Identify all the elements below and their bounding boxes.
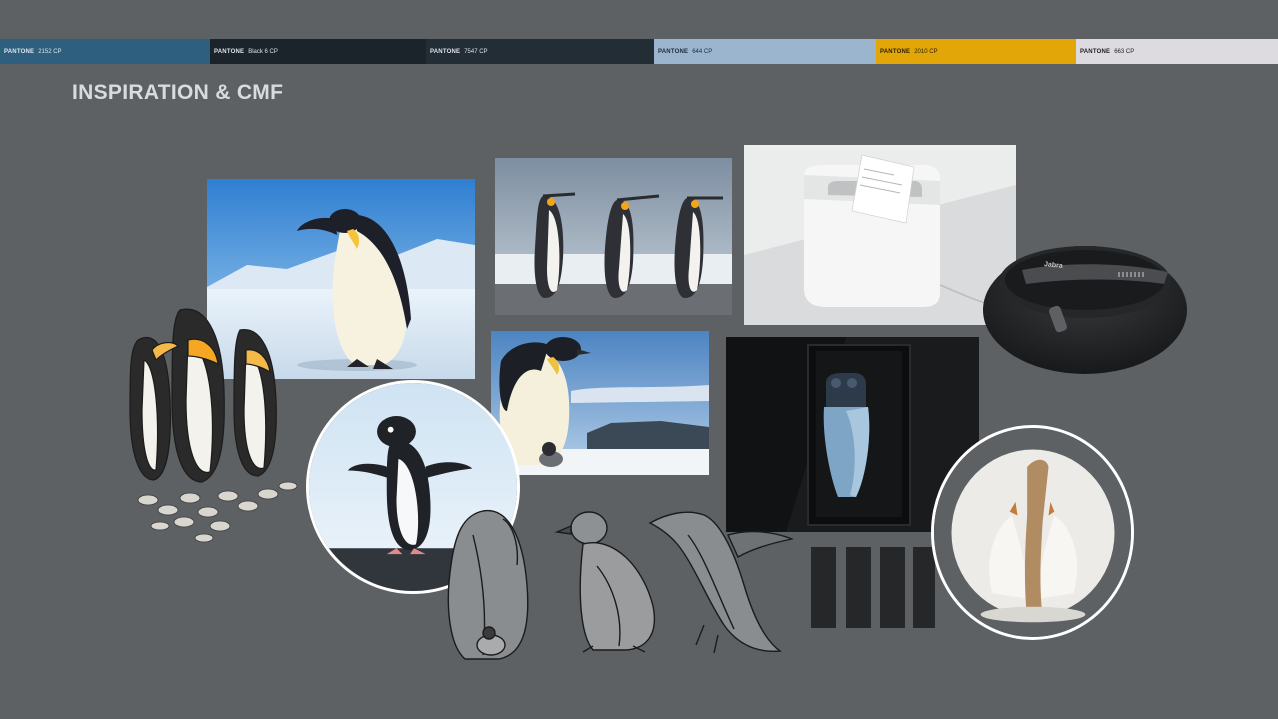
material-tile-1 [811, 547, 836, 628]
swatch-code: 2010 CP [914, 49, 938, 55]
swatch-brand: PANTONE [1080, 49, 1111, 55]
swatch-7547: PANTONE 7547 CP [426, 39, 654, 64]
penguin-group-illustration [129, 308, 298, 543]
swatch-brand: PANTONE [4, 49, 35, 55]
king-penguins-photo [495, 158, 732, 315]
diving-penguin-sketch-image [648, 511, 793, 654]
swatch-black6: PANTONE Black 6 CP [210, 39, 426, 64]
swatch-code: 663 CP [1114, 49, 1135, 55]
swatch-2152: PANTONE 2152 CP [0, 39, 210, 64]
jabra-dock-image [983, 246, 1187, 374]
penguin-with-chick-sketch-image [447, 509, 529, 660]
jabra-dock-photo: Jabra [982, 232, 1188, 376]
tissue-box-photo [744, 145, 1016, 325]
ceramic-sculpture-image [934, 428, 1131, 637]
swatch-code: 7547 CP [464, 49, 488, 55]
king-penguins-image [495, 158, 732, 315]
swatch-brand: PANTONE [658, 49, 689, 55]
penguin-with-chick-sketch [443, 505, 535, 663]
material-tile-3 [880, 547, 905, 628]
swatch-brand: PANTONE [214, 49, 245, 55]
diving-penguin-sketch [648, 505, 793, 657]
material-tile-4 [913, 547, 935, 628]
swatch-brand: PANTONE [880, 49, 911, 55]
swatch-code: Black 6 CP [248, 49, 278, 55]
penguin-chick-photo [491, 331, 709, 475]
material-tile-2 [846, 547, 871, 628]
penguin-chick-image [491, 331, 709, 475]
swatch-code: 644 CP [692, 49, 713, 55]
tissue-box-image [744, 145, 1016, 325]
swatch-2010: PANTONE 2010 CP [876, 39, 1076, 64]
swatch-brand: PANTONE [430, 49, 461, 55]
swatch-663: PANTONE 663 CP [1076, 39, 1278, 64]
swatch-code: 2152 CP [38, 49, 62, 55]
ceramic-sculpture-circle [931, 425, 1134, 640]
swatch-644: PANTONE 644 CP [654, 39, 876, 64]
page-title: INSPIRATION & CMF [72, 81, 284, 104]
illustrated-penguin-group [108, 300, 313, 550]
